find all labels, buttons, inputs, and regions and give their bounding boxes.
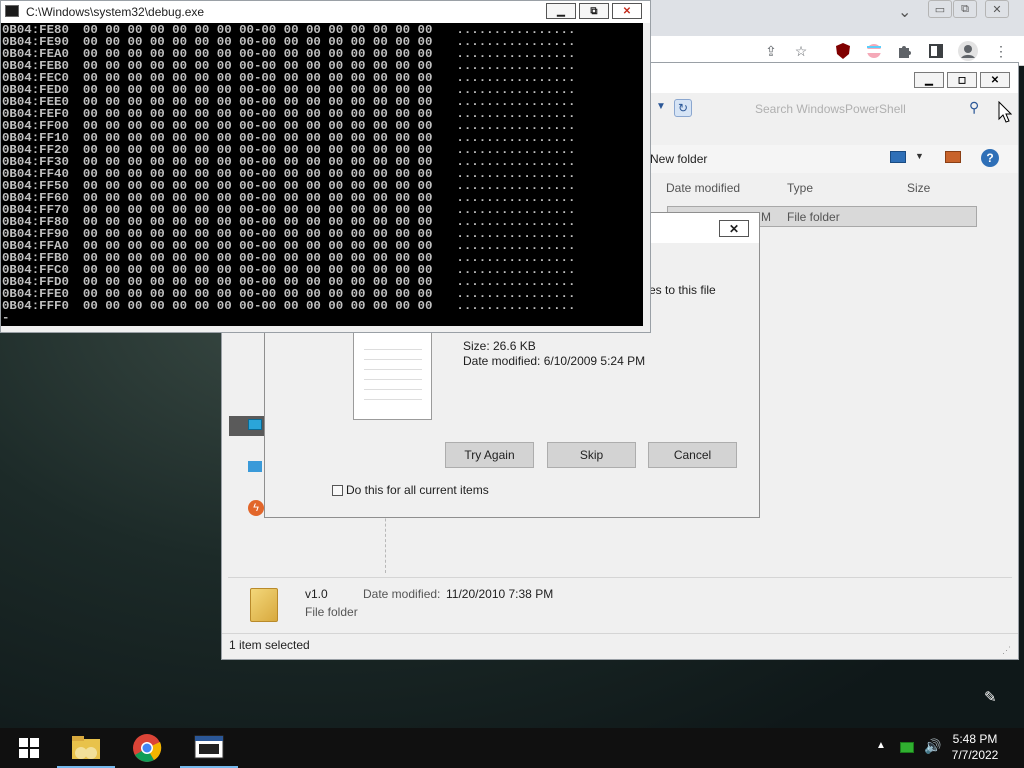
view-options-dropdown-icon[interactable]: ▼ — [915, 151, 924, 161]
row-type: File folder — [787, 210, 840, 224]
console-address: 0B04:FFF0 — [2, 299, 69, 313]
console-restore-button[interactable]: ⧉ — [579, 3, 609, 19]
clock[interactable]: 5:48 PM 7/7/2022 — [930, 731, 1020, 765]
console-prompt: - — [2, 311, 10, 325]
ublock-extension-icon[interactable] — [832, 40, 854, 62]
extensions-puzzle-icon[interactable] — [893, 40, 915, 62]
dialog-message: es to this file — [649, 283, 716, 297]
console-scrollbar[interactable] — [643, 23, 650, 326]
new-folder-button[interactable]: New folder — [650, 152, 707, 166]
console-ascii: ................ — [456, 299, 576, 313]
try-again-button[interactable]: Try Again — [445, 442, 534, 468]
skip-button[interactable]: Skip — [547, 442, 636, 468]
console-close-button[interactable]: ✕ — [612, 3, 642, 19]
console-minimize-button[interactable]: ▁ — [546, 3, 576, 19]
row-date-fragment: M — [761, 210, 771, 224]
refresh-icon[interactable]: ↻ — [674, 99, 692, 117]
flag-extension-icon[interactable] — [863, 40, 885, 62]
search-input[interactable]: Search WindowsPowerShell — [747, 97, 987, 121]
taskbar-file-explorer[interactable] — [57, 728, 115, 768]
details-date-value: 11/20/2010 7:38 PM — [446, 587, 554, 601]
view-options-icon[interactable] — [890, 151, 906, 163]
start-button[interactable] — [0, 728, 58, 768]
details-date-label: Date modified: — [363, 587, 441, 601]
console-title: C:\Windows\system32\debug.exe — [26, 5, 205, 19]
debug-console-icon — [194, 735, 224, 759]
chrome-restore-button[interactable]: ⧉ — [953, 0, 977, 18]
chrome-icon — [133, 734, 162, 762]
console-titlebar: C:\Windows\system32\debug.exe ▁ ⧉ ✕ — [1, 1, 650, 23]
chrome-close-button[interactable]: ✕ — [985, 0, 1009, 18]
console-bytes: 00 00 00 00 00 00 00 00-00 00 00 00 00 0… — [82, 299, 433, 313]
resize-grip-icon[interactable]: ⋰ — [1002, 645, 1011, 656]
column-size[interactable]: Size — [907, 181, 930, 195]
folder-icon — [250, 588, 278, 622]
console-row: 0B04:FFF0 00 00 00 00 00 00 00 00-00 00 0… — [2, 300, 575, 312]
console-output[interactable]: 0B04:FE80 00 00 00 00 00 00 00 00-00 00 0… — [1, 23, 643, 326]
explorer-close-button[interactable]: ✕ — [980, 72, 1010, 88]
explorer-maximize-button[interactable]: ◻ — [947, 72, 977, 88]
apply-to-all-label[interactable]: Do this for all current items — [346, 483, 489, 497]
network-icon — [248, 461, 262, 472]
computer-icon — [248, 419, 262, 430]
clock-time: 5:48 PM — [952, 732, 998, 746]
search-icon[interactable]: ⚲ — [969, 99, 979, 116]
column-date-modified[interactable]: Date modified — [666, 181, 740, 195]
file-explorer-icon — [72, 736, 100, 759]
file-icon — [353, 328, 432, 420]
mouse-cursor-icon — [998, 100, 1013, 126]
chrome-menu-icon[interactable]: ⋮ — [990, 40, 1012, 62]
debug-console-window: C:\Windows\system32\debug.exe ▁ ⧉ ✕ 0B04… — [0, 0, 651, 333]
windows-logo-icon — [19, 738, 39, 758]
address-dropdown-icon[interactable]: ▼ — [656, 101, 670, 115]
status-bar: 1 item selected — [222, 633, 1018, 659]
network-status-icon[interactable] — [900, 742, 914, 753]
bookmark-star-icon[interactable]: ☆ — [790, 40, 812, 62]
file-date-modified: Date modified: 6/10/2009 5:24 PM — [463, 354, 646, 368]
preview-pane-icon[interactable] — [945, 151, 961, 163]
details-type: File folder — [305, 605, 358, 619]
pen-icon[interactable]: ✎ — [984, 688, 997, 706]
file-size: Size: 26.6 KB — [463, 339, 536, 353]
show-hidden-icons-icon[interactable]: ▲ — [876, 740, 886, 751]
console-app-icon[interactable] — [5, 5, 19, 17]
homegroup-icon: ϟ — [248, 500, 264, 516]
side-panel-icon[interactable] — [925, 40, 947, 62]
cancel-button[interactable]: Cancel — [648, 442, 737, 468]
help-icon[interactable]: ? — [981, 149, 999, 167]
clock-date: 7/7/2022 — [951, 748, 999, 762]
share-icon[interactable]: ⇪ — [760, 40, 782, 62]
dialog-close-button[interactable]: ✕ — [719, 220, 749, 237]
taskbar-chrome[interactable] — [118, 728, 176, 768]
profile-avatar-icon[interactable] — [957, 40, 979, 62]
details-pane: v1.0 Date modified: 11/20/2010 7:38 PM F… — [228, 577, 1012, 633]
column-type[interactable]: Type — [787, 181, 813, 195]
chrome-minimize-button[interactable]: ▭ — [928, 0, 952, 18]
explorer-minimize-button[interactable]: ▁ — [914, 72, 944, 88]
details-name: v1.0 — [305, 587, 328, 601]
taskbar: ▲ 🔊 5:48 PM 7/7/2022 — [0, 728, 1024, 768]
apply-to-all-checkbox[interactable] — [332, 485, 343, 496]
tab-list-chevron-icon[interactable]: ⌄ — [898, 2, 911, 22]
taskbar-debug-console[interactable] — [180, 728, 238, 768]
